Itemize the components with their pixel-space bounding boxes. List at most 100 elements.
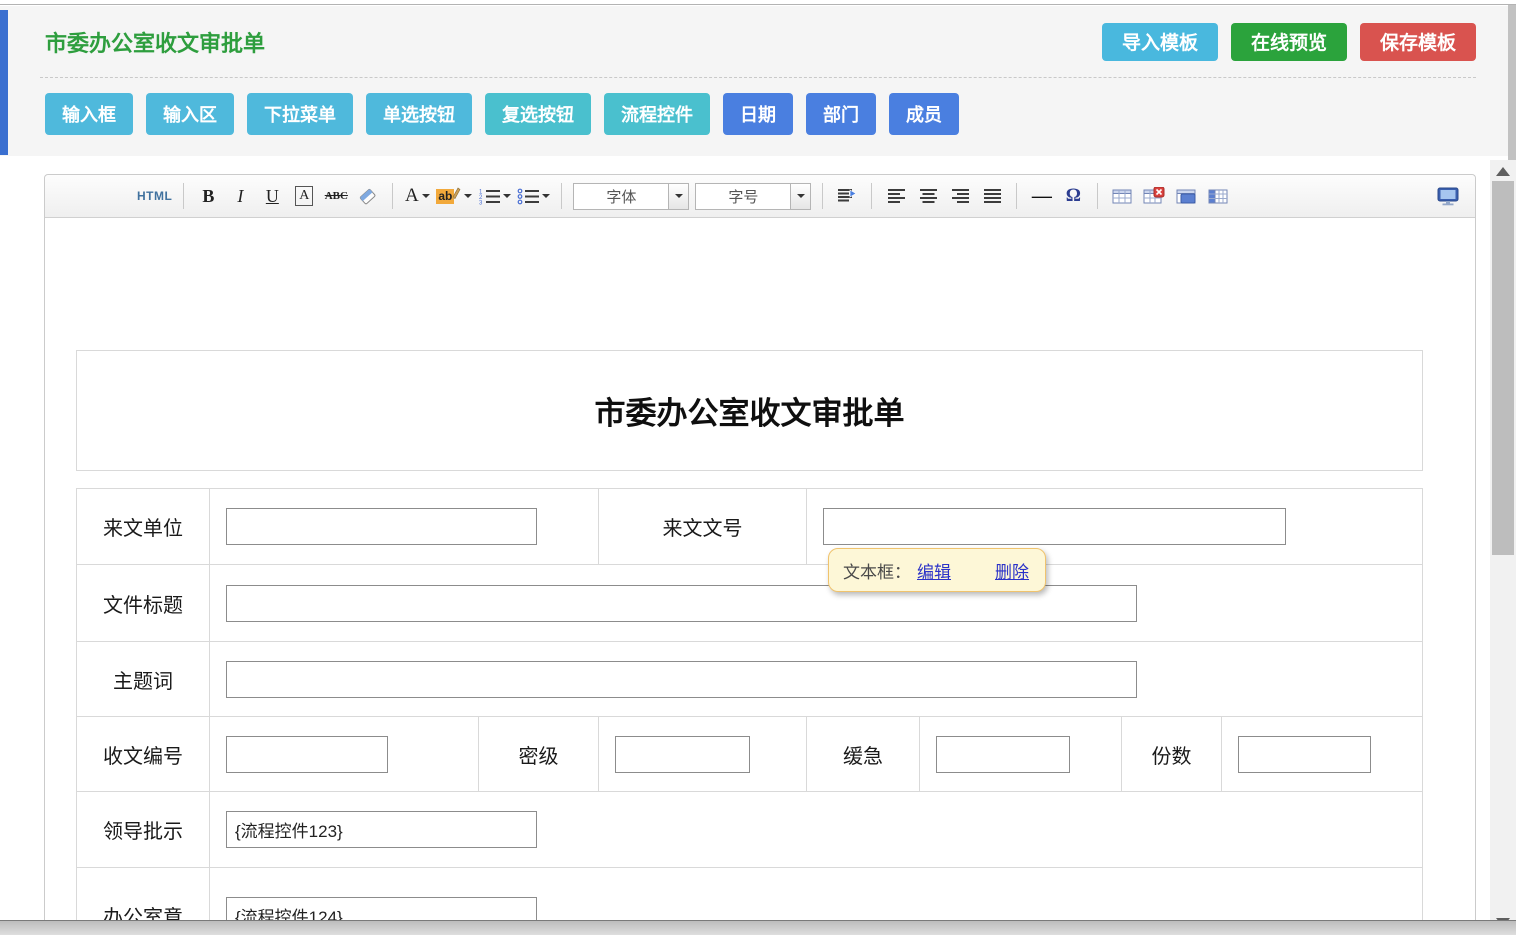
font-size-select[interactable]: 字号 bbox=[695, 183, 811, 210]
control-tooltip: 文本框： 编辑 删除 bbox=[828, 548, 1046, 592]
incoming-doc-number-input[interactable] bbox=[823, 508, 1286, 545]
table-row: 主题词 bbox=[77, 642, 1422, 717]
subject-words-input[interactable] bbox=[226, 661, 1137, 698]
add-checkbox-button[interactable]: 复选按钮 bbox=[485, 93, 591, 135]
add-dropdown-button[interactable]: 下拉菜单 bbox=[247, 93, 353, 135]
table-row: 收文编号 密级 缓急 份数 bbox=[77, 717, 1422, 792]
ordered-list-icon[interactable]: 1 2 3 bbox=[478, 182, 511, 210]
font-border-icon[interactable]: A bbox=[291, 182, 317, 210]
indent-icon[interactable] bbox=[834, 182, 860, 210]
table-cell bbox=[210, 792, 1422, 867]
table-cell bbox=[210, 565, 1422, 641]
chevron-down-icon[interactable] bbox=[790, 184, 810, 209]
table-properties-icon[interactable] bbox=[1205, 182, 1231, 210]
copies-label: 份数 bbox=[1122, 717, 1222, 791]
toolbar-separator bbox=[822, 183, 823, 209]
window-top-edge bbox=[0, 0, 1516, 5]
form-title-cell: 市委办公室收文审批单 bbox=[76, 350, 1423, 471]
table-row: 文件标题 bbox=[77, 565, 1422, 642]
table-cell bbox=[210, 489, 599, 564]
scroll-up-arrow-icon[interactable] bbox=[1496, 167, 1510, 176]
editor-canvas[interactable]: 市委办公室收文审批单 来文单位 来文文号 文件标题 bbox=[45, 219, 1475, 935]
copies-input[interactable] bbox=[1238, 736, 1371, 773]
page-title: 市委办公室收文审批单 bbox=[45, 26, 265, 58]
add-flow-control-button[interactable]: 流程控件 bbox=[604, 93, 710, 135]
add-textarea-button[interactable]: 输入区 bbox=[146, 93, 234, 135]
align-justify-icon[interactable] bbox=[979, 182, 1005, 210]
receipt-number-input[interactable] bbox=[226, 736, 388, 773]
unordered-list-icon[interactable] bbox=[517, 182, 550, 210]
bold-icon[interactable]: B bbox=[195, 182, 221, 210]
add-member-button[interactable]: 成员 bbox=[889, 93, 959, 135]
vertical-scrollbar[interactable] bbox=[1490, 160, 1516, 935]
toolbar-separator bbox=[1016, 183, 1017, 209]
leader-comments-input[interactable] bbox=[226, 811, 537, 848]
toolbar-separator bbox=[183, 183, 184, 209]
edit-control-link[interactable]: 编辑 bbox=[917, 558, 951, 583]
incoming-unit-label: 来文单位 bbox=[77, 489, 210, 564]
scrollbar-thumb[interactable] bbox=[1492, 181, 1514, 555]
add-input-box-button[interactable]: 输入框 bbox=[45, 93, 133, 135]
highlight-color-icon[interactable]: ab bbox=[436, 182, 472, 210]
fullscreen-icon[interactable] bbox=[1435, 182, 1461, 210]
editor-toolbar: HTML B I U A ABC A bbox=[45, 175, 1475, 218]
toolbar-separator bbox=[561, 183, 562, 209]
control-buttons-row: 输入框 输入区 下拉菜单 单选按钮 复选按钮 流程控件 日期 部门 成员 bbox=[45, 93, 1476, 135]
chevron-down-icon bbox=[542, 194, 550, 202]
leader-comments-label: 领导批示 bbox=[77, 792, 210, 867]
header-actions: 导入模板 在线预览 保存模板 bbox=[1102, 23, 1476, 61]
header: 市委办公室收文审批单 导入模板 在线预览 保存模板 输入框 输入区 下拉菜单 单… bbox=[0, 6, 1516, 156]
toolbar-separator bbox=[392, 183, 393, 209]
table-row: 来文单位 来文文号 bbox=[77, 489, 1422, 565]
horizontal-rule-icon[interactable]: — bbox=[1028, 182, 1054, 210]
chevron-down-icon[interactable] bbox=[668, 184, 688, 209]
form-table: 来文单位 来文文号 文件标题 bbox=[76, 488, 1423, 935]
table-cell bbox=[210, 717, 479, 791]
table-cell-properties-icon[interactable] bbox=[1173, 182, 1199, 210]
table-cell bbox=[920, 717, 1122, 791]
toolbar-separator bbox=[1097, 183, 1098, 209]
font-color-icon[interactable]: A bbox=[404, 182, 430, 210]
urgency-label: 缓急 bbox=[807, 717, 920, 791]
html-source-icon[interactable]: HTML bbox=[137, 182, 172, 210]
align-right-icon[interactable] bbox=[947, 182, 973, 210]
chevron-down-icon bbox=[503, 194, 511, 202]
document-title-label: 文件标题 bbox=[77, 565, 210, 641]
table-cell bbox=[599, 717, 807, 791]
chevron-down-icon bbox=[422, 194, 430, 202]
security-level-label: 密级 bbox=[479, 717, 599, 791]
incoming-unit-input[interactable] bbox=[226, 508, 537, 545]
bottom-window-edge bbox=[0, 920, 1516, 935]
strikethrough-icon[interactable]: ABC bbox=[323, 182, 349, 210]
align-left-icon[interactable] bbox=[883, 182, 909, 210]
eraser-icon[interactable] bbox=[355, 182, 381, 210]
security-level-input[interactable] bbox=[615, 736, 750, 773]
font-family-select[interactable]: 字体 bbox=[573, 183, 689, 210]
chevron-down-icon bbox=[464, 194, 472, 202]
add-radio-button[interactable]: 单选按钮 bbox=[366, 93, 472, 135]
italic-icon[interactable]: I bbox=[227, 182, 253, 210]
rich-text-editor: HTML B I U A ABC A bbox=[44, 174, 1476, 935]
right-gray-edge bbox=[1508, 5, 1516, 160]
delete-table-icon[interactable] bbox=[1141, 182, 1167, 210]
online-preview-button[interactable]: 在线预览 bbox=[1231, 23, 1347, 61]
form-title: 市委办公室收文审批单 bbox=[595, 388, 905, 433]
add-date-button[interactable]: 日期 bbox=[723, 93, 793, 135]
header-title-row: 市委办公室收文审批单 导入模板 在线预览 保存模板 bbox=[40, 6, 1476, 78]
svg-text:3: 3 bbox=[479, 200, 483, 205]
insert-table-icon[interactable] bbox=[1109, 182, 1135, 210]
underline-icon[interactable]: U bbox=[259, 182, 285, 210]
save-template-button[interactable]: 保存模板 bbox=[1360, 23, 1476, 61]
urgency-input[interactable] bbox=[936, 736, 1070, 773]
delete-control-link[interactable]: 删除 bbox=[995, 558, 1029, 583]
tooltip-label: 文本框： bbox=[843, 558, 911, 583]
app-viewport: 市委办公室收文审批单 导入模板 在线预览 保存模板 输入框 输入区 下拉菜单 单… bbox=[0, 0, 1516, 935]
left-blue-strip bbox=[0, 10, 8, 155]
table-cell bbox=[1222, 717, 1422, 791]
subject-words-label: 主题词 bbox=[77, 642, 210, 716]
add-department-button[interactable]: 部门 bbox=[806, 93, 876, 135]
align-center-icon[interactable] bbox=[915, 182, 941, 210]
table-row: 领导批示 bbox=[77, 792, 1422, 868]
import-template-button[interactable]: 导入模板 bbox=[1102, 23, 1218, 61]
special-character-icon[interactable]: Ω bbox=[1060, 182, 1086, 210]
